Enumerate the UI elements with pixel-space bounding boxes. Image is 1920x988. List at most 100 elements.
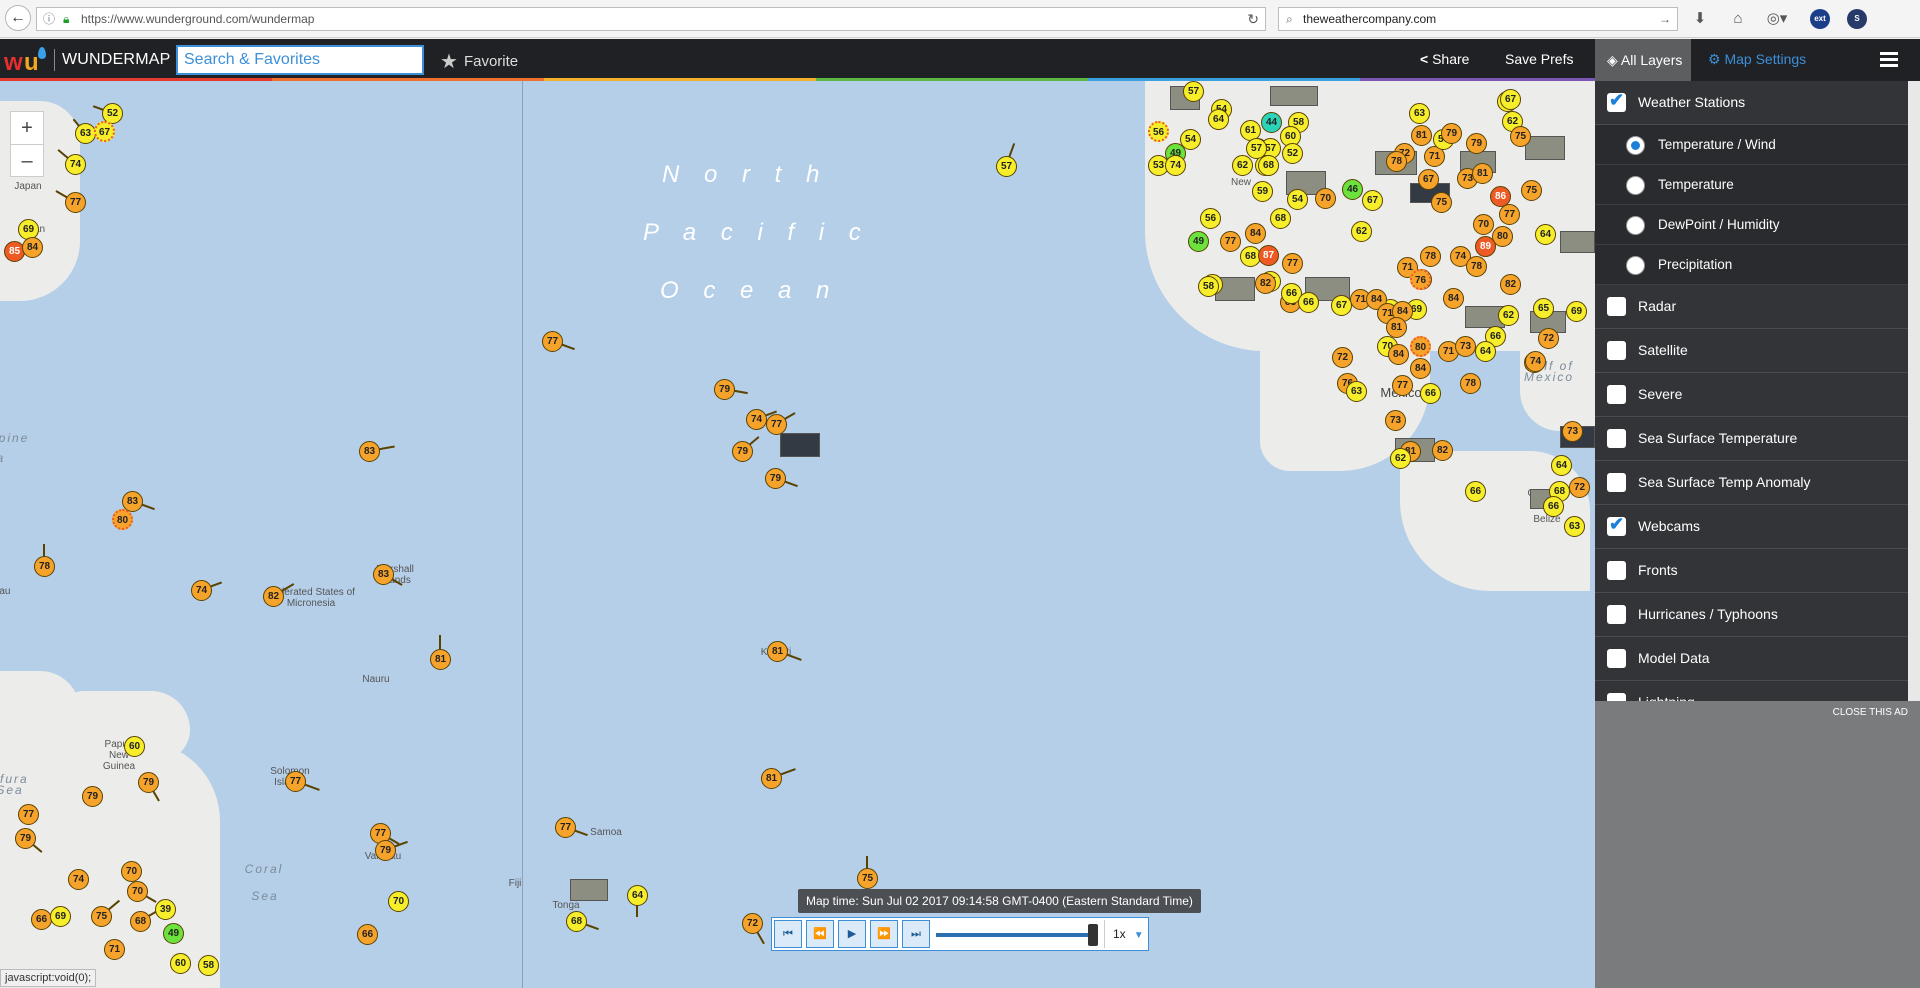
layer-checkbox[interactable]: [1607, 385, 1626, 404]
station-marker[interactable]: 64: [1551, 455, 1572, 476]
station-marker[interactable]: 67: [1331, 295, 1352, 316]
station-marker[interactable]: 57: [1183, 81, 1204, 102]
layer-checkbox[interactable]: [1607, 90, 1626, 112]
station-marker[interactable]: 77: [1499, 204, 1520, 225]
layer-row-webcams[interactable]: Webcams: [1595, 505, 1908, 549]
layer-row-weather-stations[interactable]: Weather Stations: [1595, 81, 1908, 125]
download-icon[interactable]: ⬇: [1690, 9, 1710, 29]
station-marker[interactable]: 66: [31, 909, 52, 930]
station-marker[interactable]: 62: [1351, 221, 1372, 242]
webcam-thumbnail[interactable]: [1560, 231, 1595, 253]
station-marker[interactable]: 72: [1332, 347, 1353, 368]
station-marker[interactable]: 56: [1200, 208, 1221, 229]
station-marker[interactable]: 77: [1392, 375, 1413, 396]
station-marker[interactable]: 81: [1411, 125, 1432, 146]
station-marker[interactable]: 64: [1535, 224, 1556, 245]
station-marker[interactable]: 39: [155, 899, 176, 920]
station-marker[interactable]: 79: [714, 379, 735, 400]
station-marker[interactable]: 78: [34, 556, 55, 577]
station-marker[interactable]: 78: [1386, 151, 1407, 172]
station-mode-radio[interactable]: [1626, 176, 1645, 195]
station-marker[interactable]: 69: [1566, 301, 1587, 322]
station-marker[interactable]: 79: [15, 828, 36, 849]
station-marker[interactable]: 58: [1198, 276, 1219, 297]
station-marker[interactable]: 70: [121, 861, 142, 882]
extension-icon[interactable]: ext: [1810, 9, 1830, 29]
station-marker[interactable]: 77: [1220, 231, 1241, 252]
station-marker[interactable]: 72: [1569, 477, 1590, 498]
layer-row-lightning[interactable]: Lightning: [1595, 681, 1908, 701]
station-marker[interactable]: 77: [65, 192, 86, 213]
station-marker[interactable]: 49: [1188, 231, 1209, 252]
layer-row-model-data[interactable]: Model Data: [1595, 637, 1908, 681]
station-marker[interactable]: 77: [1282, 253, 1303, 274]
webcam-thumbnail[interactable]: [1270, 86, 1318, 106]
station-mode-dewpoint-humidity[interactable]: DewPoint / Humidity: [1595, 205, 1908, 245]
address-bar[interactable]: ⓘ 🔒︎ https://www.wunderground.com/wunder…: [36, 7, 1266, 31]
station-marker[interactable]: 63: [1346, 381, 1367, 402]
layer-checkbox[interactable]: [1607, 514, 1626, 536]
station-marker[interactable]: 79: [1441, 123, 1462, 144]
layer-row-satellite[interactable]: Satellite: [1595, 329, 1908, 373]
station-marker[interactable]: 49: [163, 923, 184, 944]
station-mode-radio[interactable]: [1626, 136, 1645, 155]
station-marker[interactable]: 66: [1543, 496, 1564, 517]
layer-checkbox[interactable]: [1607, 341, 1626, 360]
layer-checkbox[interactable]: [1607, 605, 1626, 624]
layer-row-hurricanes-typhoons[interactable]: Hurricanes / Typhoons: [1595, 593, 1908, 637]
favorite-button[interactable]: ★ Favorite: [440, 49, 518, 74]
station-marker[interactable]: 75: [1510, 126, 1531, 147]
station-marker[interactable]: 78: [1466, 256, 1487, 277]
layer-row-radar[interactable]: Radar: [1595, 285, 1908, 329]
station-marker[interactable]: 79: [375, 840, 396, 861]
station-marker[interactable]: 70: [1473, 214, 1494, 235]
station-marker[interactable]: 67: [1418, 169, 1439, 190]
station-marker[interactable]: 44: [1261, 112, 1282, 133]
station-marker[interactable]: 75: [91, 906, 112, 927]
station-marker[interactable]: 68: [566, 911, 587, 932]
station-marker[interactable]: 82: [1255, 273, 1276, 294]
station-marker[interactable]: 66: [357, 924, 378, 945]
station-marker[interactable]: 63: [75, 123, 96, 144]
layer-row-severe[interactable]: Severe: [1595, 373, 1908, 417]
station-marker[interactable]: 70: [388, 891, 409, 912]
station-marker[interactable]: 78: [1420, 246, 1441, 267]
share-button[interactable]: < Share: [1420, 51, 1469, 67]
station-marker[interactable]: 66: [1420, 383, 1441, 404]
station-marker[interactable]: 69: [50, 906, 71, 927]
station-marker[interactable]: 72: [742, 913, 763, 934]
station-marker[interactable]: 77: [18, 804, 39, 825]
station-marker[interactable]: 74: [1165, 155, 1186, 176]
station-marker[interactable]: 60: [124, 736, 145, 757]
save-prefs-button[interactable]: Save Prefs: [1505, 51, 1573, 67]
station-marker[interactable]: 83: [359, 441, 380, 462]
station-marker[interactable]: 70: [1315, 188, 1336, 209]
weather-map[interactable]: N o r t h P a c i f i c O c e a n Japan a…: [0, 81, 1595, 988]
station-marker[interactable]: 74: [1525, 351, 1546, 372]
station-marker[interactable]: 67: [1500, 89, 1521, 110]
layer-checkbox[interactable]: [1607, 429, 1626, 448]
station-marker[interactable]: 76: [1410, 269, 1431, 290]
browser-search-box[interactable]: ⌕ theweathercompany.com →: [1278, 7, 1678, 31]
station-marker[interactable]: 74: [746, 409, 767, 430]
zoom-in-button[interactable]: +: [11, 112, 43, 144]
station-marker[interactable]: 82: [1432, 440, 1453, 461]
zoom-out-button[interactable]: –: [11, 144, 43, 176]
station-mode-temperature-wind[interactable]: Temperature / Wind: [1595, 125, 1908, 165]
station-marker[interactable]: 62: [1390, 448, 1411, 469]
station-marker[interactable]: 52: [1282, 143, 1303, 164]
station-marker[interactable]: 74: [191, 580, 212, 601]
timeline-slider[interactable]: [936, 933, 1092, 937]
layer-row-fronts[interactable]: Fronts: [1595, 549, 1908, 593]
station-marker[interactable]: 73: [1385, 410, 1406, 431]
station-mode-radio[interactable]: [1626, 216, 1645, 235]
station-marker[interactable]: 54: [1180, 129, 1201, 150]
station-marker[interactable]: 58: [198, 955, 219, 976]
info-icon[interactable]: ⓘ: [43, 8, 55, 30]
station-marker[interactable]: 71: [104, 939, 125, 960]
station-marker[interactable]: 68: [1258, 155, 1279, 176]
station-marker[interactable]: 68: [130, 911, 151, 932]
station-marker[interactable]: 67: [94, 121, 115, 142]
timeline-handle[interactable]: [1088, 924, 1098, 946]
station-marker[interactable]: 80: [112, 509, 133, 530]
